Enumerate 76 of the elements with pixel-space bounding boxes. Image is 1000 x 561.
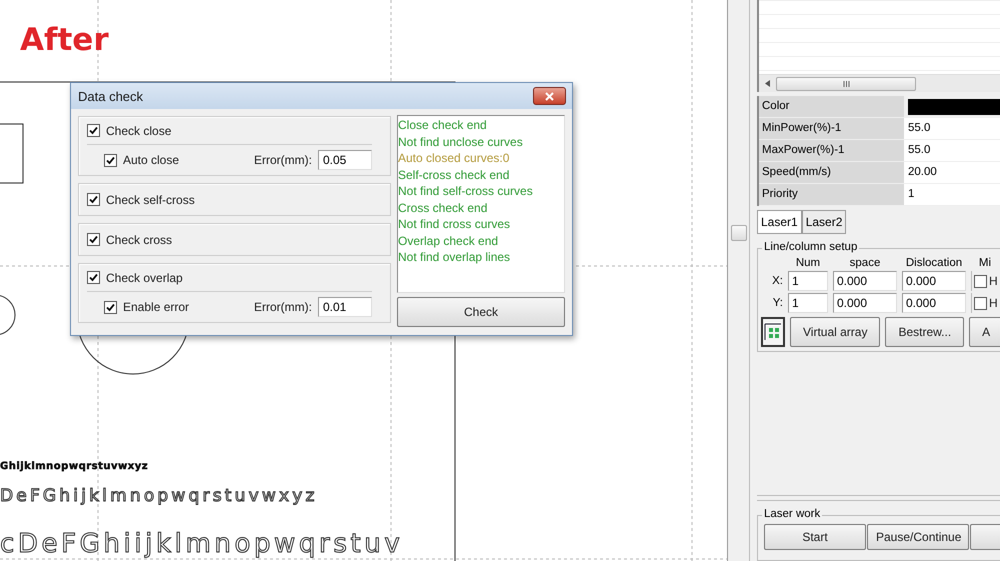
work-button[interactable] [970, 524, 1000, 550]
action-button[interactable]: A [969, 317, 1000, 347]
column-header: Dislocation [904, 257, 964, 269]
action-button[interactable]: Virtual array [790, 317, 880, 347]
option-label: Check cross [106, 232, 172, 246]
log-line: Not find cross curves [398, 216, 512, 232]
checkbox[interactable] [104, 154, 117, 166]
window-title: Data check [78, 88, 144, 104]
work-button[interactable]: Pause/Continue [867, 524, 969, 550]
space-field[interactable]: 0.000 [833, 293, 897, 313]
option-label: H [989, 274, 998, 288]
num-field[interactable]: 1 [788, 271, 828, 291]
grip-icon [842, 80, 850, 86]
checkbox[interactable] [87, 271, 100, 284]
property-name: MinPower(%)-1 [759, 118, 904, 140]
horizontal-scrollbar[interactable] [759, 74, 1000, 92]
column-header: Mi [978, 257, 992, 269]
log-line: Auto closed curves:0 [398, 150, 510, 166]
axis-label: Y: [772, 297, 783, 309]
field-label: Error(mm): [254, 300, 312, 314]
axis-label: X: [771, 275, 783, 287]
checkbox[interactable] [87, 233, 100, 246]
laser-tab[interactable]: Laser2 [802, 210, 846, 234]
check-button[interactable]: Check [397, 297, 565, 327]
close-icon [545, 92, 554, 100]
annotation-label: After [20, 22, 109, 58]
field-label: Error(mm): [254, 153, 312, 167]
column-header: Num [794, 257, 822, 269]
scroll-thumb[interactable] [776, 76, 916, 90]
action-button[interactable]: Bestrew... [885, 317, 964, 347]
log-line: Overlap check end [398, 232, 500, 249]
property-value[interactable]: 1 [904, 184, 1000, 206]
error-field[interactable]: 0.05 [318, 150, 372, 170]
outlined-text: DeFGhijklmnopwqrstuvwxyz [0, 488, 318, 505]
checkbox[interactable] [87, 193, 100, 206]
checkbox[interactable] [974, 296, 987, 310]
option-label: Check close [106, 124, 172, 138]
num-field[interactable]: 1 [788, 293, 828, 313]
column-header: space [848, 257, 882, 269]
log-line: Self-cross check end [398, 166, 510, 183]
option-label: H [989, 296, 998, 310]
group-title: Line/column setup [762, 241, 860, 253]
work-button[interactable]: Start [764, 524, 866, 550]
grid-icon [763, 322, 783, 342]
dislocation-field[interactable]: 0.000 [902, 271, 966, 291]
property-value[interactable]: 55.0 [904, 140, 1000, 162]
space-field[interactable]: 0.000 [833, 271, 897, 291]
outlined-text: Ghijklmnopwqrstuvwxyz [0, 462, 148, 472]
property-name: Color [759, 96, 904, 118]
property-name: Priority [759, 184, 904, 206]
left-arrow-icon [765, 80, 770, 87]
option-label: Auto close [123, 153, 180, 167]
log-line: Not find overlap lines [398, 249, 512, 266]
log-line: Close check end [398, 117, 488, 134]
color-swatch[interactable] [908, 99, 1000, 115]
property-value[interactable]: 55.0 [904, 118, 1000, 140]
dislocation-field[interactable]: 0.000 [902, 293, 966, 313]
property-name: Speed(mm/s) [759, 162, 904, 184]
laser-tab[interactable]: Laser1 [757, 210, 802, 234]
checkbox[interactable] [974, 274, 987, 288]
error-field[interactable]: 0.01 [318, 297, 372, 317]
close-button[interactable] [533, 87, 566, 105]
group-title: Laser work [762, 508, 822, 520]
array-button[interactable] [761, 317, 785, 347]
outlined-text: cDeFGhiijklmnopwqrstuv [0, 531, 404, 557]
splitter-handle[interactable] [730, 225, 746, 241]
log-line: Not find self-cross curves [398, 183, 534, 200]
log-line: Cross check end [398, 200, 488, 216]
checkbox[interactable] [104, 300, 117, 314]
property-name: MaxPower(%)-1 [759, 140, 904, 162]
checkbox[interactable] [87, 124, 100, 137]
log-line: Not find unclose curves [398, 134, 524, 150]
option-label: Enable error [123, 300, 190, 314]
option-label: Check self-cross [106, 192, 195, 206]
option-label: Check overlap [106, 270, 183, 284]
property-value[interactable]: 20.00 [904, 162, 1000, 184]
